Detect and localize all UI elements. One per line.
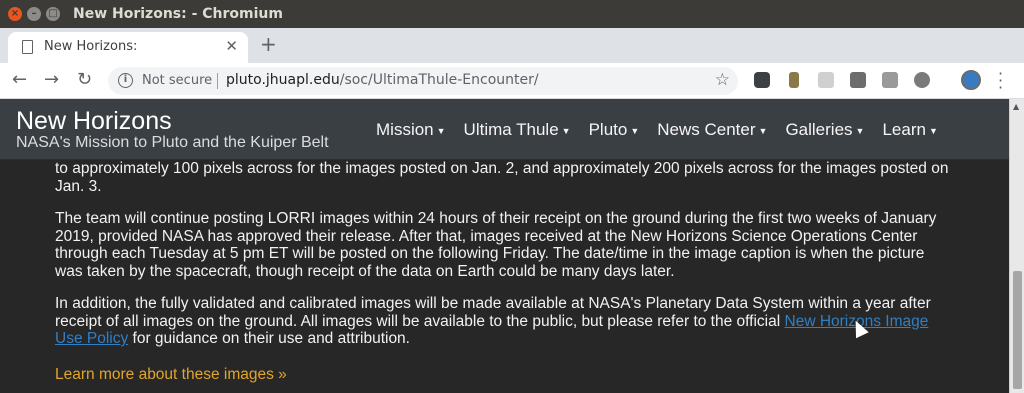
tab-close-icon[interactable]: ✕	[225, 37, 238, 55]
nav-pluto[interactable]: Pluto ▼	[589, 120, 640, 140]
nav-galleries[interactable]: Galleries ▼	[785, 120, 864, 140]
grey-extension-icon[interactable]	[818, 72, 834, 88]
reload-icon[interactable]: ↻	[77, 69, 92, 90]
tab-title: New Horizons:	[44, 39, 138, 54]
site-navbar: New Horizons NASA's Mission to Pluto and…	[0, 99, 1009, 160]
site-brand[interactable]: New Horizons	[16, 107, 172, 136]
tab-strip: New Horizons: ✕ +	[0, 28, 1024, 63]
bookmark-star-icon[interactable]: ☆	[715, 70, 730, 90]
pocket-extension-icon[interactable]	[754, 72, 770, 88]
info-icon[interactable]: i	[118, 73, 133, 88]
caret-down-icon: ▼	[855, 125, 865, 136]
window-title: New Horizons: - Chromium	[73, 6, 283, 22]
page-content: to approximately 100 pixels across for t…	[0, 160, 1009, 393]
browser-tab[interactable]: New Horizons: ✕	[8, 32, 248, 63]
nav-mission-label: Mission	[376, 120, 434, 139]
omnibox-divider	[217, 73, 218, 89]
page-scrollbar[interactable]: ▲	[1009, 99, 1024, 393]
nav-galleries-label: Galleries	[785, 120, 853, 139]
browser-toolbar: ← → ↻ i Not secure pluto.jhuapl.edu/soc/…	[0, 63, 1024, 99]
caret-down-icon: ▼	[630, 125, 640, 136]
refresh-extension-icon[interactable]	[914, 72, 930, 88]
scroll-thumb[interactable]	[1013, 271, 1022, 389]
caret-down-icon: ▼	[758, 125, 768, 136]
window-maximize-button[interactable]: □	[46, 7, 60, 21]
caret-down-icon: ▼	[928, 125, 938, 136]
paragraph-data-availability: In addition, the fully validated and cal…	[55, 295, 955, 348]
address-bar[interactable]: i Not secure pluto.jhuapl.edu/soc/Ultima…	[108, 67, 738, 95]
nav-news-center[interactable]: News Center ▼	[657, 120, 767, 140]
nav-ultima-thule[interactable]: Ultima Thule ▼	[464, 120, 571, 140]
caret-down-icon: ▼	[436, 125, 446, 136]
forward-icon[interactable]: →	[44, 69, 59, 90]
nav-learn[interactable]: Learn ▼	[882, 120, 937, 140]
scroll-up-icon[interactable]: ▲	[1013, 102, 1019, 111]
new-tab-button[interactable]: +	[260, 32, 277, 56]
page-icon	[22, 40, 33, 54]
caret-down-icon: ▼	[561, 125, 571, 136]
kebab-menu-icon[interactable]: · · ·	[998, 66, 1003, 96]
camera-extension-icon[interactable]	[850, 72, 866, 88]
learn-more-link[interactable]: Learn more about these images »	[55, 366, 287, 384]
window-close-button[interactable]: ×	[8, 7, 22, 21]
nav-news-center-label: News Center	[657, 120, 756, 139]
url-text[interactable]: pluto.jhuapl.edu/soc/UltimaThule-Encount…	[226, 72, 539, 88]
url-host: pluto.jhuapl.edu	[226, 72, 340, 88]
window-minimize-button[interactable]: –	[27, 7, 41, 21]
profile-avatar[interactable]	[961, 70, 981, 90]
site-subtitle: NASA's Mission to Pluto and the Kuiper B…	[16, 134, 329, 151]
paragraph-text-after: for guidance on their use and attributio…	[128, 330, 410, 347]
window-titlebar: × – □ New Horizons: - Chromium	[0, 0, 1024, 28]
site-menu: Mission ▼ Ultima Thule ▼ Pluto ▼ News Cente…	[376, 120, 956, 140]
nav-mission[interactable]: Mission ▼	[376, 120, 446, 140]
paragraph-posting-schedule: The team will continue posting LORRI ima…	[55, 210, 937, 280]
nav-ultima-thule-label: Ultima Thule	[463, 120, 559, 139]
nav-pluto-label: Pluto	[588, 120, 628, 139]
keyboard-extension-icon[interactable]	[882, 72, 898, 88]
nav-learn-label: Learn	[882, 120, 926, 139]
paragraph-resolution: to approximately 100 pixels across for t…	[55, 160, 949, 195]
security-label[interactable]: Not secure	[142, 73, 212, 88]
url-path: /soc/UltimaThule-Encounter/	[339, 72, 539, 88]
back-icon[interactable]: ←	[12, 69, 27, 90]
person-extension-icon[interactable]	[789, 72, 799, 88]
